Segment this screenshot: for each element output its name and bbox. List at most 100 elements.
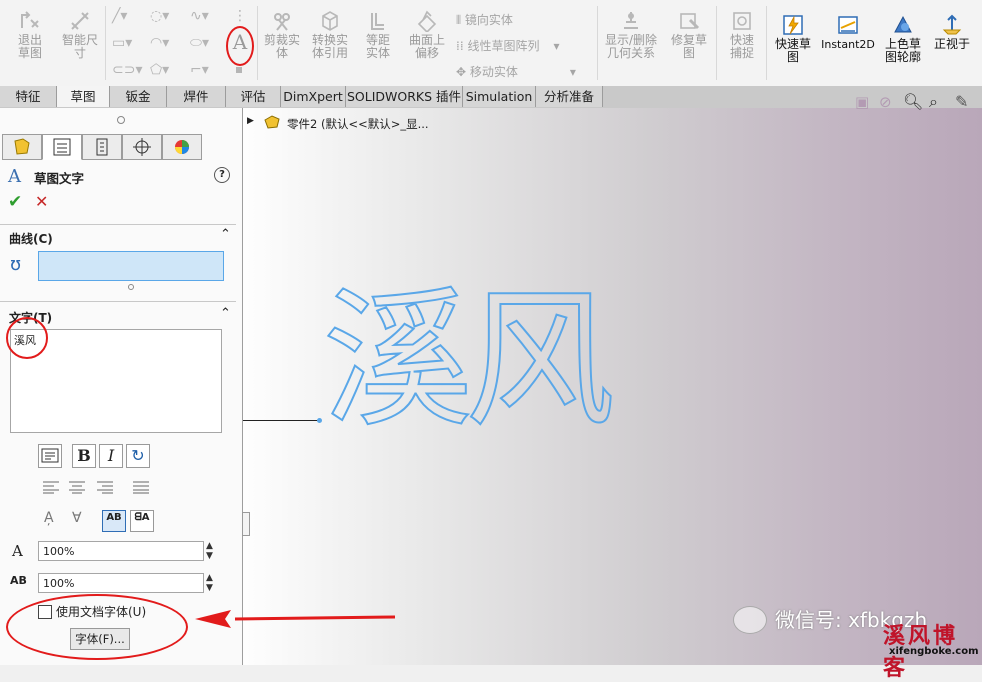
tab-solidworks-addins[interactable]: SOLIDWORKS 插件 xyxy=(346,86,463,107)
configuration-manager-tab[interactable] xyxy=(82,134,122,160)
section-divider xyxy=(0,301,236,302)
chevron-up-icon[interactable]: ⌃ xyxy=(220,227,231,242)
panel-collapse-handle[interactable] xyxy=(117,116,125,124)
point-icon[interactable]: ⋮ xyxy=(233,8,247,24)
sketch-endpoint[interactable] xyxy=(317,418,322,423)
tab-simulation[interactable]: Simulation xyxy=(463,86,536,107)
offset-on-surface-button[interactable]: 曲面上偏移 xyxy=(404,10,450,60)
tab-sketch[interactable]: 草图 xyxy=(57,86,110,107)
relations-icon xyxy=(624,12,638,29)
smart-dimension-button[interactable]: 智能尺寸 xyxy=(56,10,104,60)
width-factor-field[interactable]: 100% xyxy=(38,541,204,561)
tab-features[interactable]: 特征 xyxy=(0,86,57,107)
trim-icon xyxy=(274,13,290,31)
sketch-line[interactable] xyxy=(243,420,319,421)
exit-sketch-button[interactable]: 退出草图 xyxy=(6,10,54,60)
chevron-up-icon[interactable]: ⌃ xyxy=(220,306,231,321)
align-right-icon[interactable] xyxy=(96,480,114,494)
chevron-down-icon[interactable]: ▾ xyxy=(570,65,576,79)
tab-dimxpert[interactable]: DimXpert xyxy=(281,86,346,107)
resize-handle[interactable] xyxy=(128,284,134,290)
width-factor-icon: A xyxy=(12,542,23,560)
property-list-icon xyxy=(53,138,71,156)
offset-entities-button[interactable]: 等距实体 xyxy=(356,10,400,60)
circle-icon[interactable]: ◌▾ xyxy=(150,8,169,24)
spacing-spinner[interactable]: ▲ ▼ xyxy=(206,573,213,593)
arc-icon[interactable]: ◠▾ xyxy=(150,35,169,51)
part-icon xyxy=(264,115,280,129)
offset-surface-icon xyxy=(417,10,437,32)
previous-view-icon[interactable]: ⊘ xyxy=(879,93,892,111)
bold-button[interactable]: B xyxy=(72,444,96,468)
feature-manager-tab[interactable] xyxy=(2,134,42,160)
tab-weldments[interactable]: 焊件 xyxy=(167,86,226,107)
annotation-ellipse xyxy=(6,594,188,660)
curve-section-title[interactable]: 曲线(C) xyxy=(9,230,53,247)
part-tree-label[interactable]: 零件2 (默认<<默认>_显... xyxy=(287,116,429,132)
normal-to-button[interactable]: 正视于 xyxy=(930,14,974,51)
spacing-icon: AB xyxy=(10,574,27,587)
fillet-icon[interactable]: ⌐▾ xyxy=(190,62,209,78)
flip-horizontal-button[interactable]: AB xyxy=(102,510,126,532)
italic-button[interactable]: I xyxy=(99,444,123,468)
sketch-text-outline[interactable]: 溪风 xyxy=(322,275,616,447)
ok-checkmark-icon[interactable]: ✔ xyxy=(8,192,22,212)
display-manager-tab[interactable] xyxy=(162,134,202,160)
graphics-area[interactable]: ▶ 零件2 (默认<<默认>_显... ▣ ⊘ 🔍︎ ⌕ ✎ 溪风 微信号: x… xyxy=(195,92,982,681)
instant2d-button[interactable]: Instant2D xyxy=(820,14,876,51)
tab-analysis-preparation[interactable]: 分析准备 xyxy=(536,86,603,107)
line-icon[interactable]: ╱▾ xyxy=(112,8,127,24)
annotation-circle xyxy=(226,26,254,66)
spline-icon[interactable]: ∿▾ xyxy=(190,8,209,24)
align-center-icon[interactable] xyxy=(68,480,86,494)
zoom-to-fit-icon[interactable]: ▣ xyxy=(855,93,869,111)
curve-selection-box[interactable] xyxy=(38,251,224,281)
rectangle-icon[interactable]: ▭▾ xyxy=(112,35,132,51)
quick-snaps-button[interactable]: 快速捕捉 xyxy=(718,10,766,60)
tree-expand-arrow-icon[interactable]: ▶ xyxy=(247,116,254,126)
flip-horizontal-reverse-button[interactable]: ᗺA xyxy=(130,510,154,532)
flip-vertical-down-icon[interactable]: ∀ xyxy=(72,510,82,526)
appearance-pie-icon xyxy=(175,140,189,154)
linear-pattern-item[interactable]: ⁞⁞ 线性草图阵列 ▾ xyxy=(456,37,560,54)
shaded-sketch-contours-button[interactable]: 上色草图轮廓 xyxy=(880,14,926,64)
move-entities-item[interactable]: ✥ 移动实体 ▾ xyxy=(456,63,576,80)
repair-sketch-button[interactable]: 修复草图 xyxy=(664,10,714,60)
display-delete-relations-button[interactable]: 显示/删除几何关系 xyxy=(602,10,660,60)
zoom-area-icon[interactable]: 🔍︎ xyxy=(903,92,923,111)
offset-icon xyxy=(371,13,384,30)
mirror-entities-item[interactable]: ⫴ 镜向实体 xyxy=(456,11,513,28)
convert-entities-button[interactable]: 转换实体引用 xyxy=(306,10,354,60)
cancel-x-icon[interactable]: ✕ xyxy=(35,192,48,211)
justify-icon[interactable] xyxy=(132,480,150,494)
align-left-icon[interactable] xyxy=(42,480,60,494)
flip-vertical-up-icon[interactable]: A̦ xyxy=(44,510,54,526)
spacing-field[interactable]: 100% xyxy=(38,573,204,593)
link-property-button[interactable] xyxy=(38,444,62,468)
flip-horizontal-ab-icon: AB xyxy=(106,512,122,523)
slot-icon[interactable]: ⊂⊃▾ xyxy=(112,62,143,78)
smart-dimension-icon xyxy=(71,12,89,30)
tab-evaluate[interactable]: 评估 xyxy=(226,86,281,107)
section-view-icon[interactable]: ✎ xyxy=(955,92,968,111)
linear-pattern-icon: ⁞⁞ xyxy=(456,39,468,53)
chevron-down-icon[interactable]: ▾ xyxy=(553,39,559,53)
zoom-in-out-icon[interactable]: ⌕ xyxy=(929,92,938,112)
width-factor-spinner[interactable]: ▲ ▼ xyxy=(206,541,213,561)
ellipse-icon[interactable]: ⬭▾ xyxy=(190,35,209,51)
crosshair-icon xyxy=(133,138,151,156)
tab-sheet-metal[interactable]: 钣金 xyxy=(110,86,167,107)
property-manager-tab[interactable] xyxy=(42,134,82,160)
ribbon-separator xyxy=(716,6,717,80)
polygon-icon[interactable]: ⬠▾ xyxy=(150,62,169,78)
help-icon[interactable]: ? xyxy=(214,167,230,183)
trim-entities-button[interactable]: 剪裁实体 xyxy=(260,10,304,60)
dimxpert-manager-tab[interactable] xyxy=(122,134,162,160)
rotate-button[interactable]: ↻ xyxy=(126,444,150,468)
annotation-arrow xyxy=(195,610,395,628)
property-manager-panel: A 草图文字 ? ✔ ✕ 曲线(C) ⌃ ʊ 文字(T) ⌃ 溪风 B I ↻ … xyxy=(0,108,243,665)
rapid-sketch-button[interactable]: 快速草图 xyxy=(770,14,816,64)
rapid-sketch-icon xyxy=(783,15,803,35)
panel-splitter-handle[interactable] xyxy=(242,512,250,536)
feature-tree-icon xyxy=(14,138,30,155)
